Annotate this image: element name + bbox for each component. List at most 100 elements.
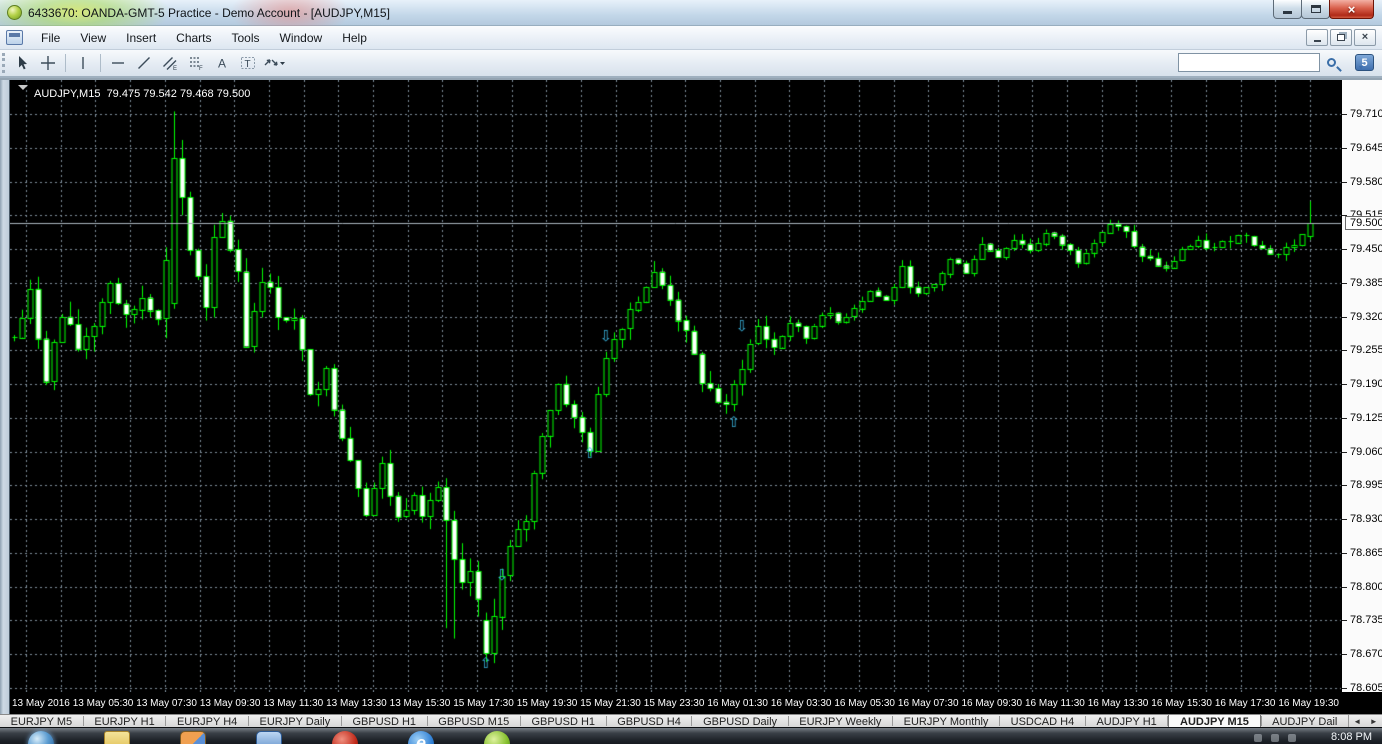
price-tick-mark: [1342, 587, 1347, 588]
chart-tab-audjpy-m15[interactable]: AUDJPY M15: [1168, 715, 1261, 727]
menu-item-charts[interactable]: Charts: [166, 28, 221, 48]
chart-left-edge: [0, 80, 10, 714]
menu-item-view[interactable]: View: [70, 28, 116, 48]
menu-item-window[interactable]: Window: [270, 28, 333, 48]
app-blue-taskbar-icon[interactable]: [256, 731, 282, 744]
price-axis[interactable]: 79.71079.64579.58079.51579.45079.38579.3…: [1341, 80, 1382, 694]
fibonacci-retracement-icon: F: [190, 57, 203, 71]
chart-tab-eurjpy-monthly[interactable]: EURJPY Monthly: [893, 715, 999, 727]
chart-tab-gbpusd-h1[interactable]: GBPUSD H1: [521, 715, 606, 727]
time-axis-label: 15 May 23:30: [643, 697, 705, 709]
symbol-timeframe: AUDJPY,M15: [34, 88, 101, 100]
chart-symbol-label[interactable]: AUDJPY,M15 79.475 79.542 79.468 79.500: [18, 85, 250, 100]
cursor-icon: [19, 56, 27, 70]
text-label-icon: T: [241, 57, 255, 70]
price-tick-label: 78.605: [1350, 681, 1382, 694]
price-tick-mark: [1342, 249, 1347, 250]
chart-document-icon[interactable]: [6, 30, 23, 45]
time-axis-label: 13 May 15:30: [389, 697, 451, 709]
price-tick-label: 79.385: [1350, 276, 1382, 289]
tray-icon[interactable]: [1271, 734, 1279, 742]
price-tick-mark: [1342, 350, 1347, 351]
time-axis-label: 16 May 15:30: [1151, 697, 1212, 709]
minimize-icon: [1283, 10, 1292, 14]
text-tool-button[interactable]: A: [210, 52, 234, 74]
menu-item-help[interactable]: Help: [332, 28, 377, 48]
price-tick-label: 79.255: [1350, 344, 1382, 357]
price-tick-label: 78.670: [1350, 648, 1382, 661]
chart-tab-gbpusd-daily[interactable]: GBPUSD Daily: [692, 715, 787, 727]
start-taskbar-icon[interactable]: [28, 731, 54, 744]
price-chart-canvas[interactable]: [10, 80, 1341, 692]
price-tick-mark: [1342, 384, 1347, 385]
toolbar-grip[interactable]: [2, 53, 9, 73]
mdi-close-button[interactable]: ×: [1354, 29, 1376, 46]
chart-tab-eurjpy-h1[interactable]: EURJPY H1: [84, 715, 166, 727]
menu-item-file[interactable]: File: [31, 28, 70, 48]
vertical-line-tool-button[interactable]: [71, 52, 95, 74]
price-tick-mark: [1342, 182, 1347, 183]
chart-tab-gbpusd-h1[interactable]: GBPUSD H1: [342, 715, 427, 727]
taskbar-clock[interactable]: 8:08 PM: [1331, 731, 1372, 743]
chart-tab-audjpy-dail[interactable]: AUDJPY Dail: [1262, 715, 1348, 727]
price-tick-label: 79.190: [1350, 378, 1382, 391]
metatrader-taskbar-icon[interactable]: [484, 731, 510, 744]
tab-scroll-right-icon[interactable]: ►: [1370, 717, 1378, 726]
toolbar-buttons: EFAT: [9, 52, 287, 74]
chart-tab-gbpusd-h4[interactable]: GBPUSD H4: [607, 715, 692, 727]
toolbar: E F A T 5: [0, 50, 1382, 78]
notifications-badge[interactable]: 5: [1355, 54, 1374, 71]
time-axis-label: 13 May 13:30: [326, 697, 387, 709]
chart-tab-eurjpy-m5[interactable]: EURJPY M5: [0, 715, 83, 727]
menu-bar: File View Insert Charts Tools Window Help ×: [0, 26, 1382, 50]
fibonacci-retracement-tool-button[interactable]: F: [184, 52, 208, 74]
mdi-restore-button[interactable]: [1330, 29, 1352, 46]
close-button[interactable]: ×: [1329, 0, 1374, 19]
trendline-tool-button[interactable]: [132, 52, 156, 74]
menu-item-insert[interactable]: Insert: [116, 28, 166, 48]
file-explorer-taskbar-icon[interactable]: [104, 731, 130, 744]
equidistant-channel-tool-button[interactable]: E: [158, 52, 182, 74]
price-tick-label: 79.580: [1350, 175, 1382, 188]
svg-text:F: F: [199, 66, 203, 71]
chart-tab-eurjpy-h4[interactable]: EURJPY H4: [166, 715, 248, 727]
chart-tab-gbpusd-m15[interactable]: GBPUSD M15: [428, 715, 520, 727]
chart-tab-audjpy-h1[interactable]: AUDJPY H1: [1086, 715, 1168, 727]
price-tick-mark: [1342, 620, 1347, 621]
tab-scroll-left-icon[interactable]: ◄: [1353, 717, 1361, 726]
internet-explorer-taskbar-icon[interactable]: e: [408, 731, 434, 744]
arrow-tools-tool-button[interactable]: [262, 52, 286, 74]
crosshair-tool-button[interactable]: [36, 52, 60, 74]
minimize-button[interactable]: [1273, 0, 1302, 19]
tray-icon[interactable]: [1288, 734, 1296, 742]
windows-taskbar: e 8:08 PM: [0, 727, 1382, 744]
text-label-tool-button[interactable]: T: [236, 52, 260, 74]
svg-text:E: E: [173, 66, 177, 71]
time-axis-label: 15 May 19:30: [516, 697, 578, 709]
menu-items: File View Insert Charts Tools Window Help: [31, 28, 377, 48]
chart-tab-eurjpy-weekly[interactable]: EURJPY Weekly: [789, 715, 892, 727]
app-orange-taskbar-icon[interactable]: [180, 731, 206, 744]
text-icon: A: [218, 57, 226, 71]
cursor-tool-button[interactable]: [10, 52, 34, 74]
time-axis-label: 16 May 09:30: [961, 697, 1023, 709]
price-tick-mark: [1342, 485, 1347, 486]
mdi-minimize-button[interactable]: [1306, 29, 1328, 46]
search-input[interactable]: [1178, 53, 1320, 72]
maximize-button[interactable]: [1301, 0, 1330, 19]
chart-tab-eurjpy-daily[interactable]: EURJPY Daily: [249, 715, 341, 727]
search-button[interactable]: [1320, 53, 1342, 72]
menu-item-tools[interactable]: Tools: [222, 28, 270, 48]
chart-tab-usdcad-h4[interactable]: USDCAD H4: [1000, 715, 1085, 727]
price-tick-label: 78.930: [1350, 513, 1382, 526]
horizontal-line-tool-button[interactable]: [106, 52, 130, 74]
window-title: 6433670: OANDA-GMT-5 Practice - Demo Acc…: [28, 5, 390, 20]
time-axis-label: 16 May 01:30: [707, 697, 768, 709]
time-axis-label: 13 May 11:30: [263, 697, 324, 709]
price-tick-label: 78.800: [1350, 580, 1382, 593]
time-axis[interactable]: 13 May 2016 13 May 05:30 13 May 07:30 13 Ma…: [10, 692, 1341, 714]
tray-icon[interactable]: [1254, 734, 1262, 742]
mdi-close-icon: ×: [1361, 31, 1369, 43]
price-tick-label: 79.320: [1350, 310, 1382, 323]
app-red-taskbar-icon[interactable]: [332, 731, 358, 744]
